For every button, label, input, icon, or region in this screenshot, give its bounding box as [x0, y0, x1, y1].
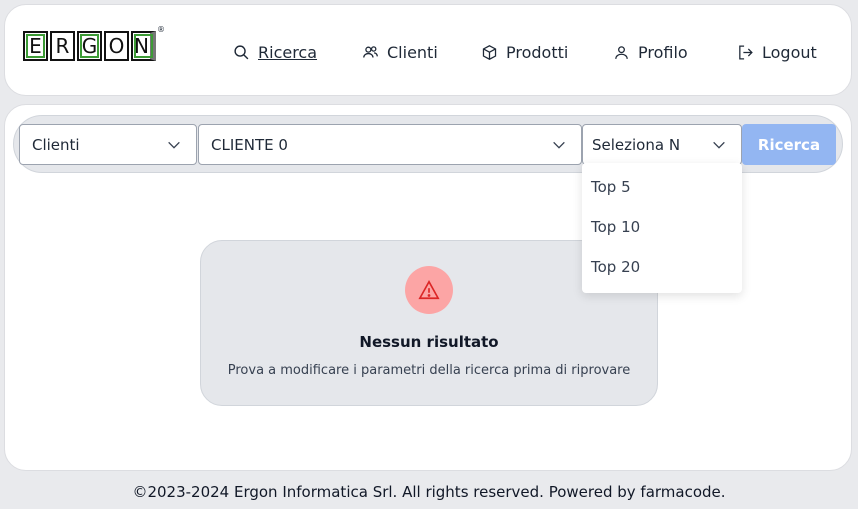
- dropdown-option-top-10[interactable]: Top 10: [582, 211, 742, 251]
- chevron-down-icon: [553, 141, 565, 149]
- empty-state-message: Prova a modificare i parametri della ric…: [227, 363, 631, 378]
- warning-icon: [405, 266, 453, 314]
- nav-prodotti[interactable]: Prodotti: [481, 43, 568, 62]
- top-n-select-value: Seleziona N: [592, 135, 681, 154]
- nav-clienti[interactable]: Clienti: [362, 43, 438, 62]
- users-icon: [363, 46, 378, 58]
- user-icon: [615, 46, 628, 59]
- empty-state-title: Nessun risultato: [359, 333, 499, 351]
- logo-letter: E: [23, 31, 48, 61]
- dropdown-option-top-5[interactable]: Top 5: [582, 171, 742, 211]
- main-panel: Clienti CLIENTE 0 Seleziona N Ricerca To…: [4, 104, 852, 471]
- client-select-value: CLIENTE 0: [211, 135, 288, 154]
- top-navbar: E R G O N ® Ricerca Clienti Prodotti Pro…: [4, 4, 852, 96]
- type-select-value: Clienti: [32, 135, 80, 154]
- nav-label: Logout: [762, 43, 817, 62]
- nav-logout[interactable]: Logout: [737, 43, 817, 62]
- footer-copyright: ©2023-2024 Ergon Informatica Srl. All ri…: [132, 483, 726, 501]
- chevron-down-icon: [713, 141, 725, 149]
- logo-letter: N: [131, 31, 156, 61]
- logo-letter: G: [77, 31, 102, 61]
- search-button[interactable]: Ricerca: [742, 124, 836, 165]
- ergon-logo[interactable]: E R G O N ®: [23, 25, 165, 61]
- dropdown-option-top-20[interactable]: Top 20: [582, 251, 742, 291]
- top-n-select[interactable]: Seleziona N: [582, 124, 742, 165]
- box-icon: [482, 45, 497, 60]
- nav-label: Prodotti: [506, 43, 569, 62]
- registered-mark: ®: [157, 25, 165, 34]
- top-n-dropdown: Top 5 Top 10 Top 20: [582, 163, 742, 293]
- client-select[interactable]: CLIENTE 0: [198, 124, 582, 165]
- nav-label: Ricerca: [258, 43, 318, 62]
- nav-profilo[interactable]: Profilo: [613, 43, 688, 62]
- search-icon: [234, 45, 249, 60]
- logo-letter: O: [104, 31, 129, 61]
- chevron-down-icon: [168, 141, 180, 149]
- logo-letter: R: [50, 31, 75, 61]
- nav-ricerca[interactable]: Ricerca: [233, 43, 317, 62]
- type-select[interactable]: Clienti: [19, 124, 197, 165]
- nav-label: Profilo: [638, 43, 688, 62]
- nav-label: Clienti: [387, 43, 438, 62]
- logout-icon: [739, 45, 753, 60]
